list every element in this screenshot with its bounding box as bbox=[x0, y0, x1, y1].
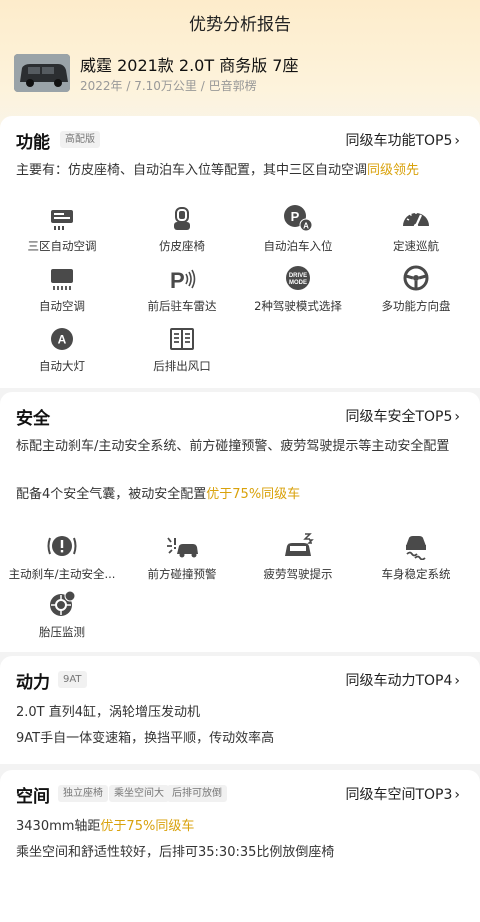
chevron-right-icon: › bbox=[454, 787, 460, 803]
steering-wheel-icon bbox=[403, 265, 429, 291]
space-rank-label: 同级车空间TOP3 bbox=[345, 787, 453, 803]
auto-ac-icon bbox=[51, 269, 73, 290]
function-tag: 高配版 bbox=[60, 131, 100, 148]
parking-radar-icon: P bbox=[170, 268, 196, 292]
space-rank-link[interactable]: 同级车空间TOP3 › bbox=[345, 784, 460, 804]
function-rank-label: 同级车功能TOP5 bbox=[345, 133, 453, 149]
power-line-2: 9AT手自一体变速箱，换挡平顺，传动效率高 bbox=[16, 731, 275, 746]
svg-text:MODE: MODE bbox=[289, 280, 307, 286]
feature-item[interactable]: 前方碰撞预警 bbox=[122, 532, 242, 582]
car-subtitle: 2022年 / 7.10万公里 / 巴音郭楞 bbox=[80, 79, 257, 93]
space-line-1: 3430mm轴距优于75%同级车 bbox=[16, 819, 195, 834]
svg-text:P: P bbox=[291, 209, 300, 224]
power-title: 动力 bbox=[16, 673, 50, 693]
space-card: 空间 独立座椅 乘坐空间大 后排可放倒 同级车空间TOP3 › 3430mm轴距优… bbox=[0, 770, 480, 922]
feature-item[interactable]: 主动刹车/主动安全... bbox=[2, 532, 122, 582]
chevron-right-icon: › bbox=[454, 133, 460, 149]
feature-item[interactable]: A 自动大灯 bbox=[2, 326, 122, 374]
car-thumbnail[interactable] bbox=[14, 54, 70, 92]
safety-rank-label: 同级车安全TOP5 bbox=[345, 409, 453, 425]
collision-warning-icon bbox=[167, 537, 198, 558]
svg-text:DRIVE: DRIVE bbox=[289, 273, 307, 279]
safety-card: 安全 同级车安全TOP5 › 标配主动刹车/主动安全系统、前方碰撞预警、疲劳驾驶提… bbox=[0, 392, 480, 652]
power-card: 动力 9AT 同级车动力TOP4 › 2.0T 直列4缸，涡轮增压发动机 9AT手… bbox=[0, 656, 480, 764]
space-tag: 独立座椅 bbox=[58, 785, 108, 802]
chevron-right-icon: › bbox=[454, 673, 460, 689]
function-rank-link[interactable]: 同级车功能TOP5 › bbox=[345, 130, 460, 150]
feature-item[interactable]: 多功能方向盘 bbox=[356, 264, 476, 314]
feature-item[interactable]: 定速巡航 bbox=[356, 204, 476, 254]
power-rank-link[interactable]: 同级车动力TOP4 › bbox=[345, 670, 460, 690]
feature-item[interactable]: P A 自动泊车入位 bbox=[238, 204, 358, 254]
fatigue-icon bbox=[285, 533, 314, 556]
power-line-1: 2.0T 直列4缸，涡轮增压发动机 bbox=[16, 705, 201, 720]
safety-rank-link[interactable]: 同级车安全TOP5 › bbox=[345, 406, 460, 426]
function-description: 主要有：仿皮座椅、自动泊车入位等配置，其中三区自动空调同级领先 bbox=[16, 163, 420, 178]
rear-vent-icon bbox=[170, 328, 194, 350]
tire-pressure-icon bbox=[50, 590, 76, 616]
seat-icon bbox=[174, 207, 190, 230]
feature-item[interactable]: 胎压监测 bbox=[2, 590, 122, 640]
power-tag: 9AT bbox=[58, 671, 87, 688]
feature-item[interactable]: 自动空调 bbox=[2, 266, 122, 314]
feature-item[interactable]: DRIVE MODE 2种驾驶模式选择 bbox=[238, 264, 358, 314]
car-name: 威霆 2021款 2.0T 商务版 7座 bbox=[80, 56, 299, 75]
space-title: 空间 bbox=[16, 787, 50, 807]
safety-title: 安全 bbox=[16, 409, 50, 429]
ac-icon bbox=[51, 210, 73, 230]
feature-item[interactable]: 后排出风口 bbox=[122, 326, 242, 374]
feature-item[interactable]: 三区自动空调 bbox=[2, 206, 122, 254]
safety-description-2: 配备4个安全气囊，被动安全配置优于75%同级车 bbox=[16, 487, 301, 502]
function-card: 功能 高配版 同级车功能TOP5 › 主要有：仿皮座椅、自动泊车入位等配置，其中三… bbox=[0, 116, 480, 388]
cruise-icon bbox=[403, 212, 429, 229]
power-rank-label: 同级车动力TOP4 bbox=[345, 673, 453, 689]
stability-icon bbox=[406, 536, 426, 560]
chevron-right-icon: › bbox=[454, 409, 460, 425]
space-tag: 后排可放倒 bbox=[167, 785, 227, 802]
space-tag: 乘坐空间大 bbox=[109, 785, 169, 802]
auto-park-icon: P A bbox=[284, 205, 313, 232]
svg-text:P: P bbox=[170, 268, 185, 292]
van-image-icon bbox=[14, 54, 70, 92]
feature-item[interactable]: 仿皮座椅 bbox=[122, 206, 242, 254]
feature-item[interactable]: 车身稳定系统 bbox=[356, 532, 476, 582]
auto-headlight-icon: A bbox=[51, 328, 73, 350]
drive-mode-icon: DRIVE MODE bbox=[286, 266, 310, 290]
function-title: 功能 bbox=[16, 133, 50, 153]
feature-item[interactable]: 疲劳驾驶提示 bbox=[238, 532, 358, 582]
active-brake-icon bbox=[47, 536, 77, 556]
svg-text:A: A bbox=[303, 222, 309, 231]
safety-description-1: 标配主动刹车/主动安全系统、前方碰撞预警、疲劳驾驶提示等主动安全配置 bbox=[16, 439, 450, 454]
page-title: 优势分析报告 bbox=[189, 15, 291, 35]
svg-text:A: A bbox=[58, 333, 67, 347]
space-line-2: 乘坐空间和舒适性较好，后排可35:30:35比例放倒座椅 bbox=[16, 845, 335, 860]
feature-item[interactable]: P 前后驻车雷达 bbox=[122, 266, 242, 314]
